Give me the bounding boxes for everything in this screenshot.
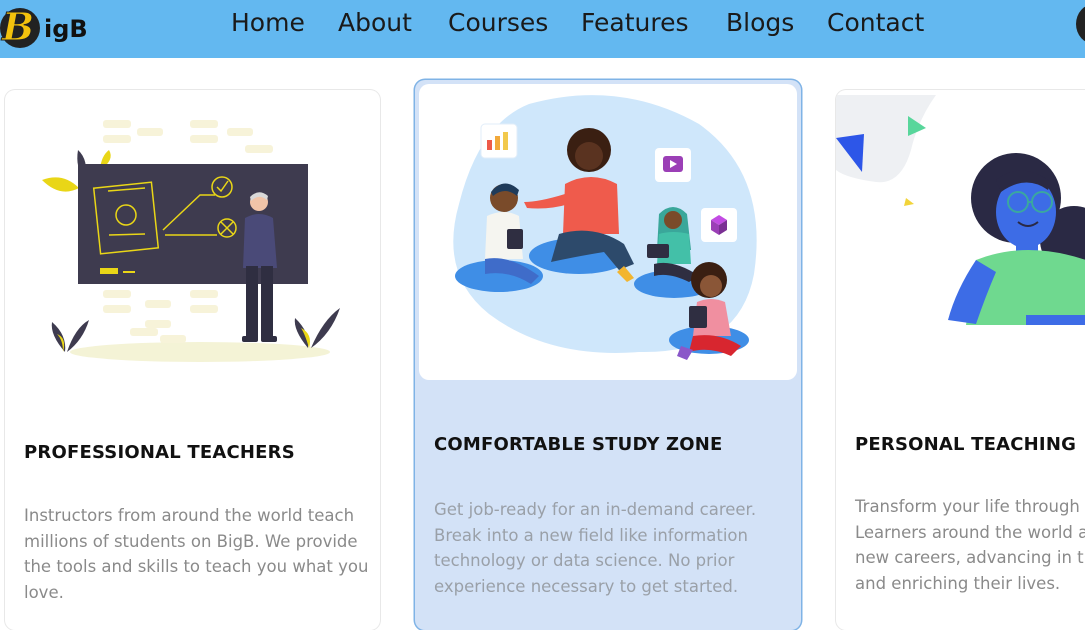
feature-card-comfortable-study-zone[interactable]: COMFORTABLE STUDY ZONE Get job-ready for… — [415, 80, 801, 630]
card-description-line: Transform your life through e — [855, 497, 1085, 516]
card-description-line: Break into a new field like information — [434, 525, 748, 545]
card-description: Get job-ready for an in-demand career. B… — [434, 497, 756, 599]
personal-teaching-illustration — [836, 90, 1085, 380]
nav-features[interactable]: Features — [581, 8, 689, 37]
card-description: Transform your life through e Learners a… — [855, 494, 1085, 596]
card-description-line: experience necessary to get started. — [434, 576, 739, 596]
card-description-line: the tools and skills to teach you what y… — [24, 557, 369, 576]
nav-home[interactable]: Home — [231, 8, 305, 37]
nav-contact[interactable]: Contact — [827, 8, 924, 37]
nav-about[interactable]: About — [338, 8, 412, 37]
card-description-line: Get job-ready for an in-demand career. — [434, 500, 757, 519]
logo-letter: B — [1, 4, 35, 50]
feature-card-personal-teaching[interactable]: PERSONAL TEACHING Transform your life th… — [836, 90, 1085, 630]
card-description-line: technology or data science. No prior — [434, 551, 735, 570]
user-avatar[interactable] — [1076, 4, 1085, 44]
card-description-line: Instructors from around the world teach — [24, 506, 355, 525]
feature-card-professional-teachers[interactable]: PROFESSIONAL TEACHERS Instructors from a… — [5, 90, 380, 630]
card-title: PERSONAL TEACHING — [855, 434, 1077, 455]
card-description-line: and enriching their lives. — [855, 573, 1061, 593]
brand-logo[interactable]: B igB — [0, 4, 100, 50]
logo-text: igB — [44, 15, 88, 43]
card-title: COMFORTABLE STUDY ZONE — [434, 434, 723, 455]
nav-courses[interactable]: Courses — [448, 8, 548, 37]
card-description-line: millions of students on BigB. We provide — [24, 531, 358, 551]
teacher-illustration — [5, 90, 380, 380]
top-navbar: B igB Home About Courses Features Blogs … — [0, 0, 1085, 58]
card-description-line: love. — [24, 582, 64, 602]
nav-blogs[interactable]: Blogs — [726, 8, 794, 37]
study-group-illustration — [419, 84, 797, 380]
card-description: Instructors from around the world teach … — [24, 503, 368, 605]
card-title: PROFESSIONAL TEACHERS — [24, 442, 295, 463]
card-description-line: Learners around the world ar — [855, 522, 1085, 542]
card-description-line: new careers, advancing in th — [855, 548, 1085, 567]
